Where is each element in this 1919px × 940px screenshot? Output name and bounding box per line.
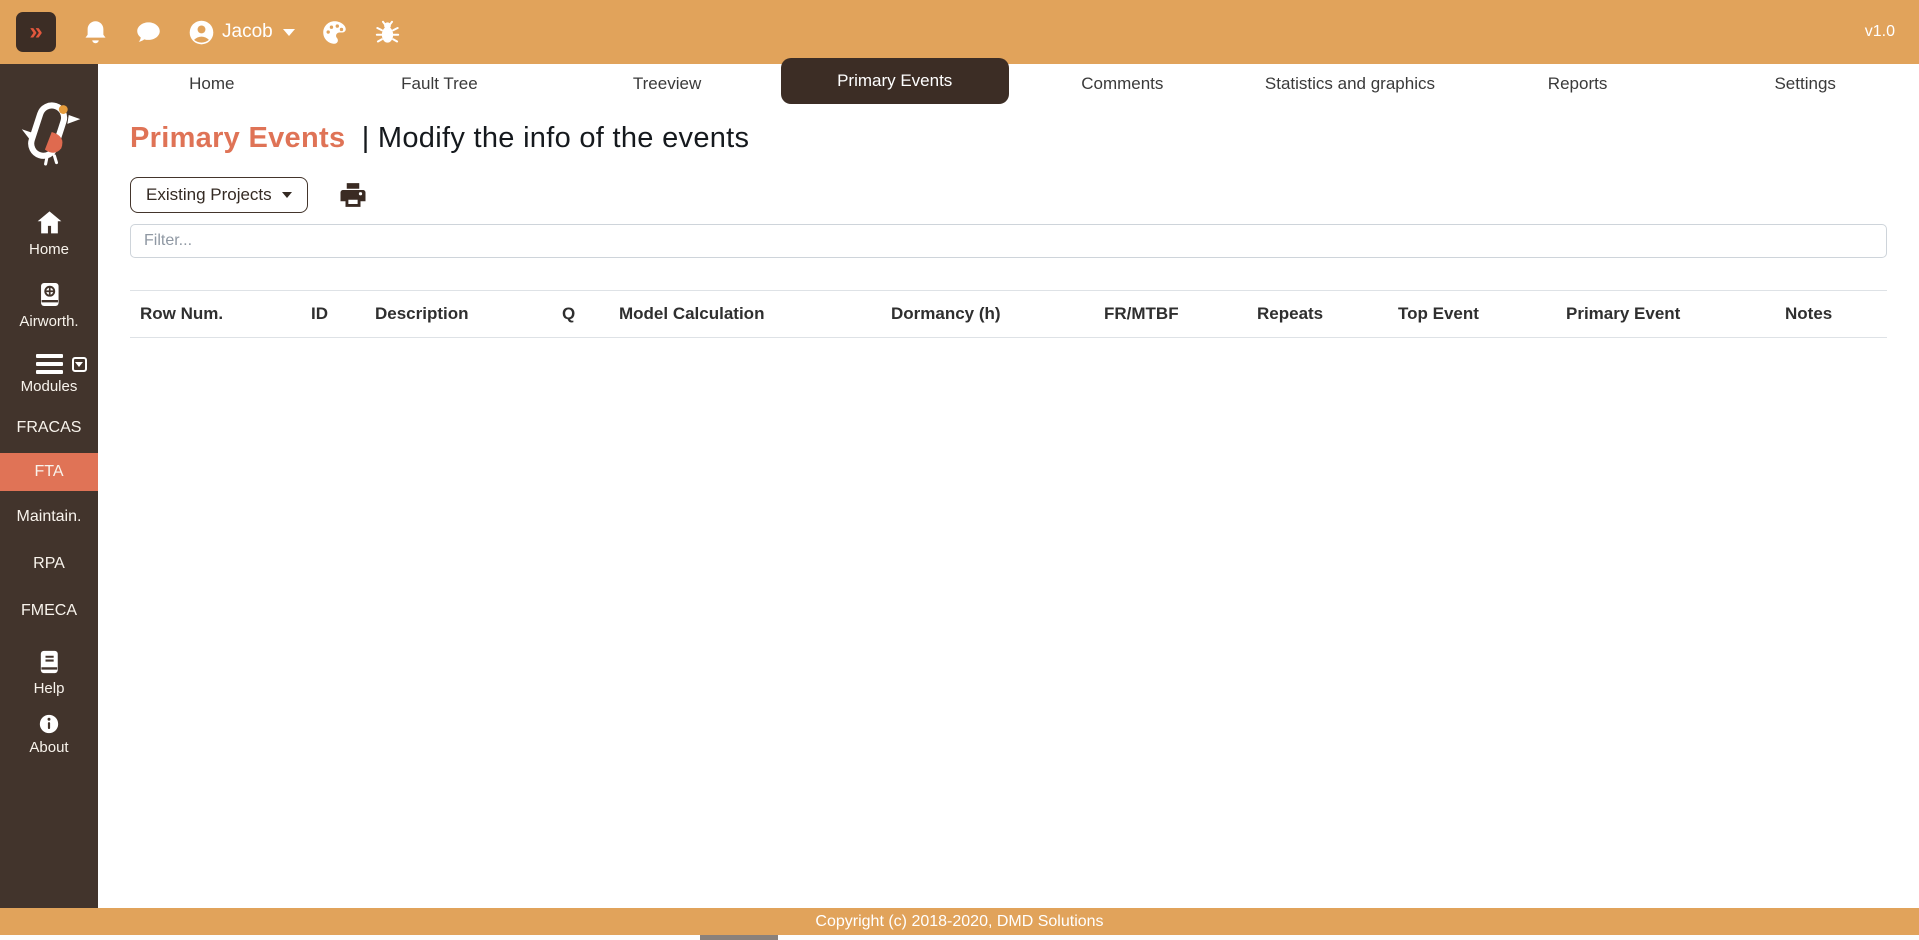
filter-container <box>130 224 1887 258</box>
tab-statistics-and-graphics[interactable]: Statistics and graphics <box>1236 64 1464 104</box>
tab-comments[interactable]: Comments <box>1009 64 1237 104</box>
tab-reports[interactable]: Reports <box>1464 64 1692 104</box>
filter-input[interactable] <box>130 224 1887 258</box>
sidebar-item-airworthiness[interactable]: Airworth. <box>0 280 98 330</box>
tab-primary-events[interactable]: Primary Events <box>780 58 1009 104</box>
modules-dropdown-icon[interactable] <box>71 357 87 372</box>
sidebar: Home Airworth. Modules FRACAS FTA Mainta… <box>0 64 98 908</box>
sidebar-item-home[interactable]: Home <box>0 208 98 258</box>
robin-bird-logo-icon[interactable] <box>15 98 83 166</box>
tab-treeview[interactable]: Treeview <box>553 64 781 104</box>
horizontal-scrollbar <box>0 935 1919 940</box>
topbar: » Jacob v1.0 <box>0 0 1919 64</box>
sidebar-item-fmeca[interactable]: FMECA <box>0 592 98 630</box>
horizontal-scrollbar-thumb[interactable] <box>700 935 778 940</box>
column-header-description: Description <box>365 290 552 338</box>
column-header-q: Q <box>552 290 609 338</box>
column-header-model-calculation: Model Calculation <box>609 290 881 338</box>
sidebar-item-modules[interactable]: Modules <box>0 354 98 395</box>
column-header-primary-event: Primary Event <box>1556 290 1775 338</box>
notifications-bell-icon[interactable] <box>82 19 109 46</box>
existing-projects-dropdown-button[interactable]: Existing Projects <box>130 176 308 213</box>
column-header-notes: Notes <box>1775 290 1887 338</box>
modules-menu-icon <box>35 354 87 374</box>
dropdown-caret-icon <box>281 191 292 198</box>
sidebar-item-rpa[interactable]: RPA <box>0 545 98 583</box>
tab-bar: Home Fault Tree Treeview Primary Events … <box>98 58 1919 104</box>
page-title: Primary Events | Modify the info of the … <box>130 122 1919 155</box>
home-icon <box>37 211 61 234</box>
page-title-subtitle: | Modify the info of the events <box>361 122 750 154</box>
main-content: Home Fault Tree Treeview Primary Events … <box>98 58 1919 908</box>
column-header-fr-mtbf: FR/MTBF <box>1094 290 1247 338</box>
debug-bug-icon[interactable] <box>374 19 401 46</box>
airworthiness-book-icon <box>40 283 59 306</box>
sidebar-item-fracas[interactable]: FRACAS <box>0 409 98 447</box>
tab-home[interactable]: Home <box>98 64 326 104</box>
chat-icon[interactable] <box>135 19 162 46</box>
primary-events-table: Row Num. ID Description Q Model Calculat… <box>130 290 1887 338</box>
printer-icon <box>340 182 366 207</box>
column-header-top-event: Top Event <box>1388 290 1556 338</box>
column-header-id: ID <box>301 290 365 338</box>
table-header-row: Row Num. ID Description Q Model Calculat… <box>130 290 1887 338</box>
help-book-icon <box>40 650 58 674</box>
tab-fault-tree[interactable]: Fault Tree <box>326 64 554 104</box>
copyright-text: Copyright (c) 2018-2020, DMD Solutions <box>815 912 1104 930</box>
sidebar-item-about[interactable]: About <box>0 713 98 756</box>
version-label: v1.0 <box>1864 23 1895 40</box>
theme-palette-icon[interactable] <box>321 19 348 46</box>
column-header-dormancy: Dormancy (h) <box>881 290 1094 338</box>
sidebar-item-maintainability[interactable]: Maintain. <box>0 498 98 536</box>
page-title-main: Primary Events <box>130 122 346 154</box>
events-table-container: Row Num. ID Description Q Model Calculat… <box>130 290 1887 338</box>
username-label: Jacob <box>222 21 273 42</box>
column-header-row-num: Row Num. <box>130 290 301 338</box>
about-info-icon <box>39 714 59 734</box>
column-header-repeats: Repeats <box>1247 290 1388 338</box>
user-icon <box>189 20 214 44</box>
toolbar: Existing Projects <box>130 176 1919 213</box>
sidebar-item-help[interactable]: Help <box>0 648 98 697</box>
user-menu[interactable]: Jacob <box>188 19 295 46</box>
print-button[interactable] <box>338 180 368 210</box>
sidebar-expand-button[interactable]: » <box>16 12 56 52</box>
user-caret-down-icon <box>282 28 295 36</box>
tab-settings[interactable]: Settings <box>1691 64 1919 104</box>
sidebar-item-fta[interactable]: FTA <box>0 453 98 491</box>
footer: Copyright (c) 2018-2020, DMD Solutions <box>0 908 1919 935</box>
